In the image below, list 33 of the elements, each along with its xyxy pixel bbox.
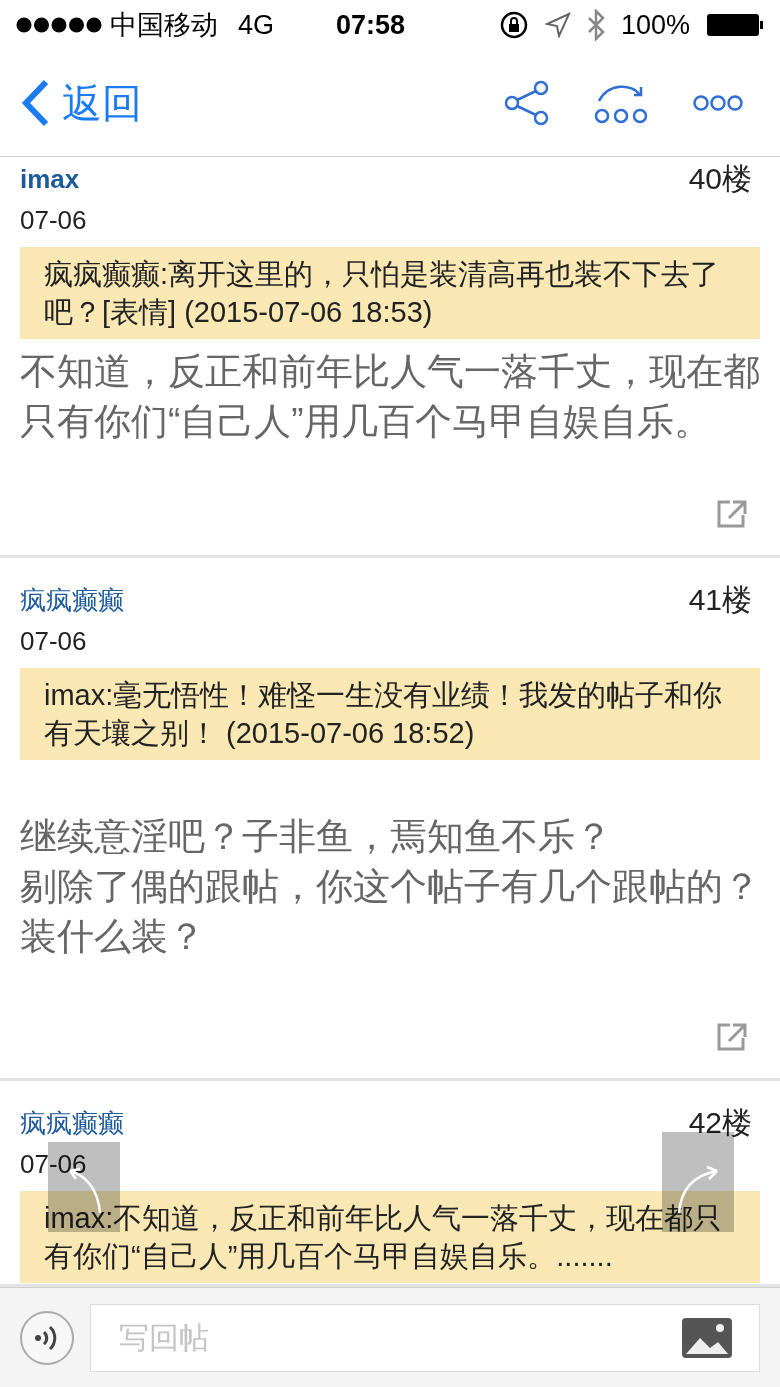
author-name[interactable]: imax <box>20 161 80 197</box>
more-icon[interactable] <box>692 94 744 112</box>
quote-text: imax:毫无悟性！难怪一生没有业绩！我发的帖子和你有天壤之别！ (2015-07-06 18:52) <box>20 668 760 760</box>
post-body-line: 继续意淫吧？子非鱼，焉知鱼不乐？ <box>20 815 613 859</box>
quote-text: 疯疯癫癫:离开这里的，只怕是装清高再也装不下去了吧？[表情] (2015-07-06 18:53) <box>20 247 760 339</box>
image-icon[interactable] <box>682 1317 732 1358</box>
post-body-line: 不知道，反正和前年比人气一落千丈，现在都只有你们“自己人”用几百个马甲自娱自乐。 <box>20 350 760 444</box>
signal-icon <box>16 17 102 33</box>
voice-button[interactable] <box>20 1310 74 1365</box>
floor-number: 41楼 <box>688 582 753 618</box>
location-icon <box>544 12 571 38</box>
back-button[interactable]: 返回 <box>20 73 142 133</box>
quote-text: imax:不知道，反正和前年比人气一落千丈，现在都只有你们“自己人”用几百个马甲自娱自乐。....... <box>20 1191 760 1283</box>
post-date: 07-06 <box>20 625 87 658</box>
chevron-left-icon <box>20 78 50 128</box>
post-body-line: 剔除了偶的跟帖，你这个帖子有几个跟帖的？装什么装？ <box>20 865 760 959</box>
bluetooth-icon <box>586 9 605 41</box>
post-date: 07-06 <box>20 1148 87 1181</box>
floor-number: 42楼 <box>688 1105 753 1141</box>
rotation-lock-icon <box>498 10 529 40</box>
floor-number: 40楼 <box>688 161 753 197</box>
open-link-icon[interactable] <box>716 1022 748 1052</box>
network-type: 4G <box>238 8 275 42</box>
reply-field[interactable]: 写回帖 <box>90 1303 760 1372</box>
clock: 07:58 <box>336 8 406 42</box>
author-name[interactable]: 疯疯癫癫 <box>20 582 124 618</box>
share-icon[interactable] <box>504 80 550 126</box>
battery-icon <box>706 13 764 37</box>
carrier-name: 中国移动 <box>110 8 218 42</box>
open-link-icon[interactable] <box>716 499 748 529</box>
author-name[interactable]: 疯疯癫癫 <box>20 1105 124 1141</box>
battery-percent: 100% <box>620 8 690 42</box>
post-date: 07-06 <box>20 204 87 237</box>
